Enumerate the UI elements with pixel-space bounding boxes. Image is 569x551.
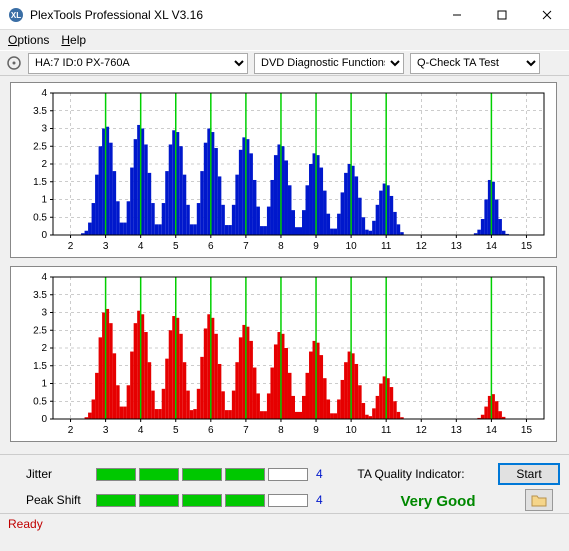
svg-text:9: 9: [313, 241, 319, 252]
ta-indicator-label: TA Quality Indicator:: [336, 467, 486, 481]
jitter-label: Jitter: [26, 467, 96, 481]
svg-text:11: 11: [381, 241, 392, 252]
svg-text:14: 14: [486, 241, 498, 252]
svg-text:4: 4: [41, 88, 47, 99]
svg-text:10: 10: [346, 425, 358, 436]
ta-indicator-value: Very Good: [363, 493, 513, 510]
svg-text:2: 2: [41, 343, 47, 354]
svg-text:11: 11: [381, 425, 392, 436]
status-bar: Ready: [0, 513, 569, 533]
chart-bottom: 0 0.5 1 1.5 2 2.5 3 3.5 4 2 3 4 5 6 7 8 9 10 11 12 13 14 15: [10, 266, 557, 442]
svg-text:8: 8: [278, 241, 284, 252]
svg-text:12: 12: [416, 241, 428, 252]
svg-text:0: 0: [41, 414, 47, 425]
jitter-bars: [96, 468, 308, 481]
svg-text:2.5: 2.5: [33, 325, 47, 336]
svg-text:1: 1: [41, 195, 47, 206]
svg-text:1.5: 1.5: [33, 177, 47, 188]
svg-text:4: 4: [138, 425, 144, 436]
svg-text:8: 8: [278, 425, 284, 436]
svg-text:6: 6: [208, 425, 214, 436]
svg-text:3.5: 3.5: [33, 290, 47, 301]
jitter-value: 4: [316, 467, 336, 481]
svg-text:1: 1: [41, 379, 47, 390]
svg-text:12: 12: [416, 425, 428, 436]
svg-text:2: 2: [68, 241, 74, 252]
test-select[interactable]: Q-Check TA Test: [410, 53, 540, 74]
svg-text:3: 3: [103, 425, 109, 436]
svg-text:15: 15: [521, 425, 533, 436]
window-title: PlexTools Professional XL V3.16: [30, 8, 434, 22]
menu-bar: Options Help: [0, 30, 569, 50]
device-select[interactable]: HA:7 ID:0 PX-760A: [28, 53, 248, 74]
status-text: Ready: [8, 517, 43, 531]
svg-text:14: 14: [486, 425, 498, 436]
title-bar: XL PlexTools Professional XL V3.16: [0, 0, 569, 30]
svg-text:15: 15: [521, 241, 533, 252]
svg-text:3: 3: [41, 124, 47, 135]
svg-text:1.5: 1.5: [33, 361, 47, 372]
svg-text:7: 7: [243, 241, 249, 252]
svg-text:13: 13: [451, 241, 463, 252]
svg-text:0.5: 0.5: [33, 212, 47, 223]
chart-top: 0 0.5 1 1.5 2 2.5 3 3.5 4 2 3 4 5 6 7 8 9 10 11 12 13 14 15: [10, 82, 557, 258]
svg-text:4: 4: [138, 241, 144, 252]
indicator-panel: Jitter 4 TA Quality Indicator: Start Pea…: [0, 454, 569, 513]
svg-text:2.5: 2.5: [33, 141, 47, 152]
svg-text:3: 3: [103, 241, 109, 252]
maximize-button[interactable]: [479, 0, 524, 30]
svg-text:4: 4: [41, 272, 47, 283]
svg-text:3.5: 3.5: [33, 106, 47, 117]
svg-text:5: 5: [173, 241, 179, 252]
save-folder-button[interactable]: [525, 489, 553, 511]
peak-shift-value: 4: [316, 493, 336, 507]
minimize-button[interactable]: [434, 0, 479, 30]
svg-text:7: 7: [243, 425, 249, 436]
menu-options[interactable]: Options: [8, 33, 49, 47]
drive-icon: [6, 55, 22, 71]
svg-text:5: 5: [173, 425, 179, 436]
svg-text:2: 2: [68, 425, 74, 436]
app-icon: XL: [8, 7, 24, 23]
start-button[interactable]: Start: [498, 463, 560, 485]
svg-text:0: 0: [41, 230, 47, 241]
toolbar: HA:7 ID:0 PX-760A DVD Diagnostic Functio…: [0, 50, 569, 76]
function-select[interactable]: DVD Diagnostic Functions: [254, 53, 404, 74]
svg-text:6: 6: [208, 241, 214, 252]
close-button[interactable]: [524, 0, 569, 30]
peak-shift-bars: [96, 494, 308, 507]
folder-icon: [531, 493, 547, 507]
svg-text:9: 9: [313, 425, 319, 436]
menu-help[interactable]: Help: [61, 33, 86, 47]
svg-text:10: 10: [346, 241, 358, 252]
svg-text:0.5: 0.5: [33, 396, 47, 407]
svg-text:XL: XL: [11, 11, 21, 20]
peak-shift-label: Peak Shift: [26, 493, 96, 507]
svg-text:3: 3: [41, 308, 47, 319]
svg-text:2: 2: [41, 159, 47, 170]
content-area: 00.511.522.533.5423456789101112131415 00…: [0, 76, 569, 454]
svg-text:13: 13: [451, 425, 463, 436]
